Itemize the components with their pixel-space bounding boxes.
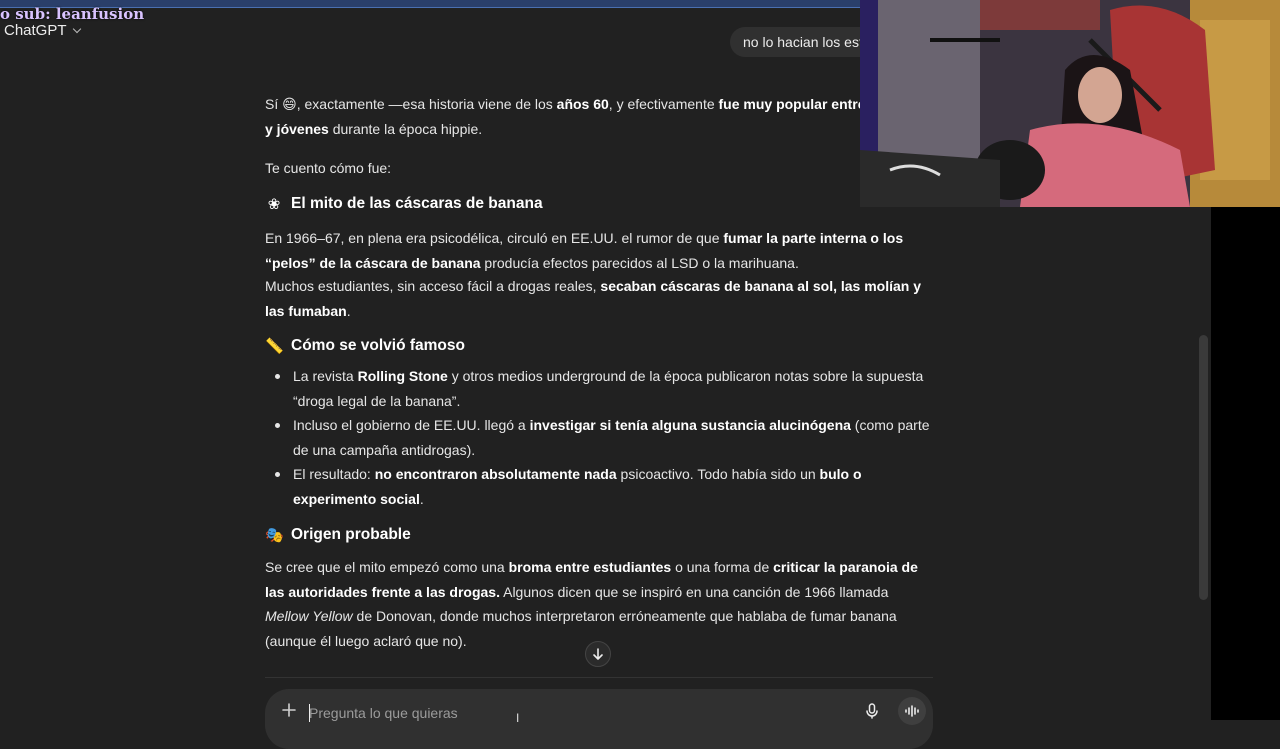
model-name: ChatGPT	[4, 22, 67, 39]
prompt-input[interactable]	[309, 703, 809, 723]
assistant-paragraph: Sí 😄, exactamente —esa historia viene de…	[265, 92, 935, 141]
text-run: La revista	[293, 368, 358, 384]
section-heading: 📏 Cómo se volvió famoso	[265, 337, 465, 355]
text-run: , y efectivamente	[608, 96, 719, 112]
assistant-paragraph: Se cree que el mito empezó como una brom…	[265, 555, 935, 653]
text-run: Incluso el gobierno de EE.UU. llegó a	[293, 417, 530, 433]
mouse-text-cursor: Ι	[516, 711, 520, 725]
section-title: Origen probable	[291, 526, 411, 543]
flower-icon: ❀	[267, 196, 281, 213]
list-item: El resultado: no encontraron absolutamen…	[275, 462, 935, 511]
text-run: , exactamente —esa historia viene de los	[296, 96, 557, 112]
arrow-down-icon	[593, 648, 603, 660]
model-selector[interactable]: ChatGPT	[4, 22, 81, 39]
assistant-paragraph: Muchos estudiantes, sin acceso fácil a d…	[265, 274, 935, 323]
composer-divider	[265, 677, 933, 678]
text-run: Muchos estudiantes, sin acceso fácil a d…	[265, 278, 601, 294]
section-heading: ❀ El mito de las cáscaras de banana	[265, 195, 543, 213]
text-run: psicoactivo. Todo había sido un	[616, 466, 820, 482]
text-run: .	[346, 302, 351, 319]
text-run: o una forma de	[671, 559, 774, 575]
voice-mode-button[interactable]	[898, 697, 926, 725]
stream-sub-overlay: o sub: leanfusion	[0, 5, 145, 23]
rich-line: Sí 😄, exactamente —esa historia viene de…	[265, 92, 935, 117]
message-composer	[265, 689, 933, 749]
theater-masks-icon: 🎭	[265, 527, 284, 544]
bold-text: fue muy popular entre e	[718, 96, 878, 112]
assistant-paragraph: En 1966–67, en plena era psicodélica, ci…	[265, 226, 935, 275]
scrollbar-thumb[interactable]	[1199, 335, 1208, 600]
text-run: El resultado:	[293, 466, 375, 482]
text-run: producía efectos parecidos al LSD o la m…	[480, 254, 799, 271]
voice-mode-icon	[905, 705, 919, 717]
bold-text: años 60	[556, 96, 609, 112]
bold-text: Rolling Stone	[357, 368, 448, 384]
scroll-to-bottom-button[interactable]	[585, 641, 611, 667]
plus-icon[interactable]	[280, 701, 298, 719]
text-run: Algunos dicen que se inspiró en una canc…	[499, 583, 889, 600]
text-run: durante la época hippie.	[328, 120, 483, 137]
assistant-paragraph: Te cuento cómo fue:	[265, 160, 392, 176]
text-run: .	[419, 490, 424, 507]
text-run: Sí	[265, 96, 283, 112]
microphone-icon[interactable]	[863, 702, 881, 720]
ruler-icon: 📏	[265, 338, 284, 355]
italic-text: Mellow Yellow	[265, 608, 353, 624]
user-message-text: no lo hacian los est	[743, 34, 863, 50]
section-heading: 🎭 Origen probable	[265, 526, 411, 544]
section-title: El mito de las cáscaras de banana	[291, 195, 543, 212]
text-caret	[309, 704, 310, 722]
chevron-down-icon	[72, 24, 81, 33]
emoji: 😄	[282, 96, 297, 112]
text-run: En 1966–67, en plena era psicodélica, ci…	[265, 230, 724, 246]
list-item: La revista Rolling Stone y otros medios …	[275, 364, 935, 413]
section-title: Cómo se volvió famoso	[291, 337, 465, 354]
bold-text: broma entre estudiantes	[508, 559, 672, 575]
bold-text: no encontraron absolutamente nada	[374, 466, 617, 482]
rich-line: y jóvenes durante la época hippie.	[265, 117, 935, 142]
webcam-overlay	[860, 0, 1280, 207]
text-run: de Donovan, donde muchos interpretaron e…	[265, 608, 897, 649]
list-item: Incluso el gobierno de EE.UU. llegó a in…	[275, 413, 935, 462]
webcam-image	[860, 0, 1280, 207]
bold-text: y jóvenes	[265, 120, 329, 137]
text-run: Se cree que el mito empezó como una	[265, 559, 509, 575]
bullet-list: La revista Rolling Stone y otros medios …	[265, 364, 935, 511]
bold-text: investigar si tenía alguna sustancia alu…	[529, 417, 851, 433]
